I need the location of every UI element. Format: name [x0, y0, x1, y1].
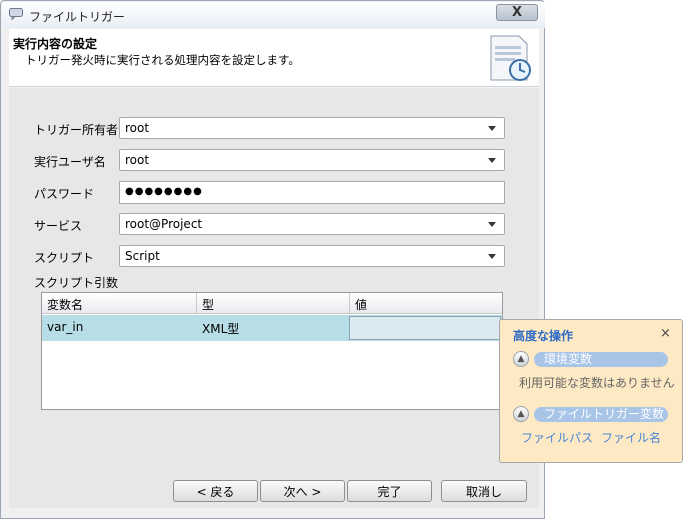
exec-user-value: root: [125, 153, 150, 167]
cell-var-type: XML型: [202, 322, 240, 336]
script-value: Script: [125, 249, 160, 263]
exec-user-label: 実行ユーザ名: [34, 155, 106, 169]
cell-var-name: var_in: [47, 320, 84, 334]
trigger-vars-section[interactable]: ファイルトリガー変数: [534, 407, 668, 422]
window-title: ファイルトリガー: [29, 10, 126, 24]
service-value: root@Project: [125, 217, 203, 231]
var-file-name-link[interactable]: ファイル名: [601, 429, 661, 446]
next-button[interactable]: 次へ >: [260, 480, 345, 502]
owner-select[interactable]: root: [119, 117, 505, 139]
script-label: スクリプト: [34, 251, 95, 265]
chevron-down-icon: [488, 222, 496, 227]
chevron-down-icon: [488, 254, 496, 259]
service-select[interactable]: root@Project: [119, 213, 505, 235]
exec-user-select[interactable]: root: [119, 149, 505, 171]
env-vars-section[interactable]: 環境変数: [534, 352, 668, 367]
document-clock-icon: [490, 35, 531, 81]
page-title: 実行内容の設定: [13, 37, 98, 51]
finish-button[interactable]: 完了: [347, 480, 432, 502]
cancel-button[interactable]: 取消し: [441, 480, 527, 502]
password-label: パスワード: [34, 187, 95, 201]
dialog-window: ファイルトリガー X 実行内容の設定 トリガー発火時に実行される処理内容を設定し…: [0, 0, 545, 519]
script-select[interactable]: Script: [119, 245, 505, 267]
collapse-up-icon[interactable]: ▲: [513, 351, 529, 367]
page-header: 実行内容の設定 トリガー発火時に実行される処理内容を設定します。: [9, 29, 539, 87]
title-bar[interactable]: ファイルトリガー X: [2, 2, 545, 28]
no-vars-message: 利用可能な変数はありません: [519, 376, 675, 390]
page-description: トリガー発火時に実行される処理内容を設定します。: [25, 53, 300, 67]
service-label: サービス: [34, 219, 83, 233]
back-button[interactable]: < 戻る: [173, 480, 258, 502]
column-header-type[interactable]: 型: [197, 293, 350, 314]
popup-title: 高度な操作: [513, 329, 574, 343]
var-file-path-link[interactable]: ファイルパス: [521, 429, 593, 446]
script-args-label: スクリプト引数: [34, 276, 119, 290]
column-header-name[interactable]: 変数名: [42, 293, 197, 314]
advanced-operations-popup: 高度な操作 × ▲ 環境変数 利用可能な変数はありません ▲ ファイルトリガー変…: [499, 319, 683, 463]
popup-close-icon[interactable]: ×: [660, 326, 671, 341]
password-field[interactable]: ●●●●●●●●: [119, 181, 505, 204]
chevron-down-icon: [488, 158, 496, 163]
column-header-value[interactable]: 値: [350, 293, 502, 314]
cell-value-editor[interactable]: [349, 316, 501, 340]
chevron-down-icon: [488, 126, 496, 131]
owner-value: root: [125, 121, 150, 135]
script-args-table[interactable]: 変数名 型 値 var_in XML型: [41, 292, 503, 410]
table-row[interactable]: var_in XML型: [42, 315, 502, 341]
owner-label: トリガー所有者: [34, 123, 119, 137]
collapse-up-icon[interactable]: ▲: [513, 406, 529, 422]
close-button[interactable]: X: [496, 4, 538, 21]
speech-bubble-icon: [9, 8, 23, 20]
password-mask: ●●●●●●●●: [125, 186, 203, 197]
